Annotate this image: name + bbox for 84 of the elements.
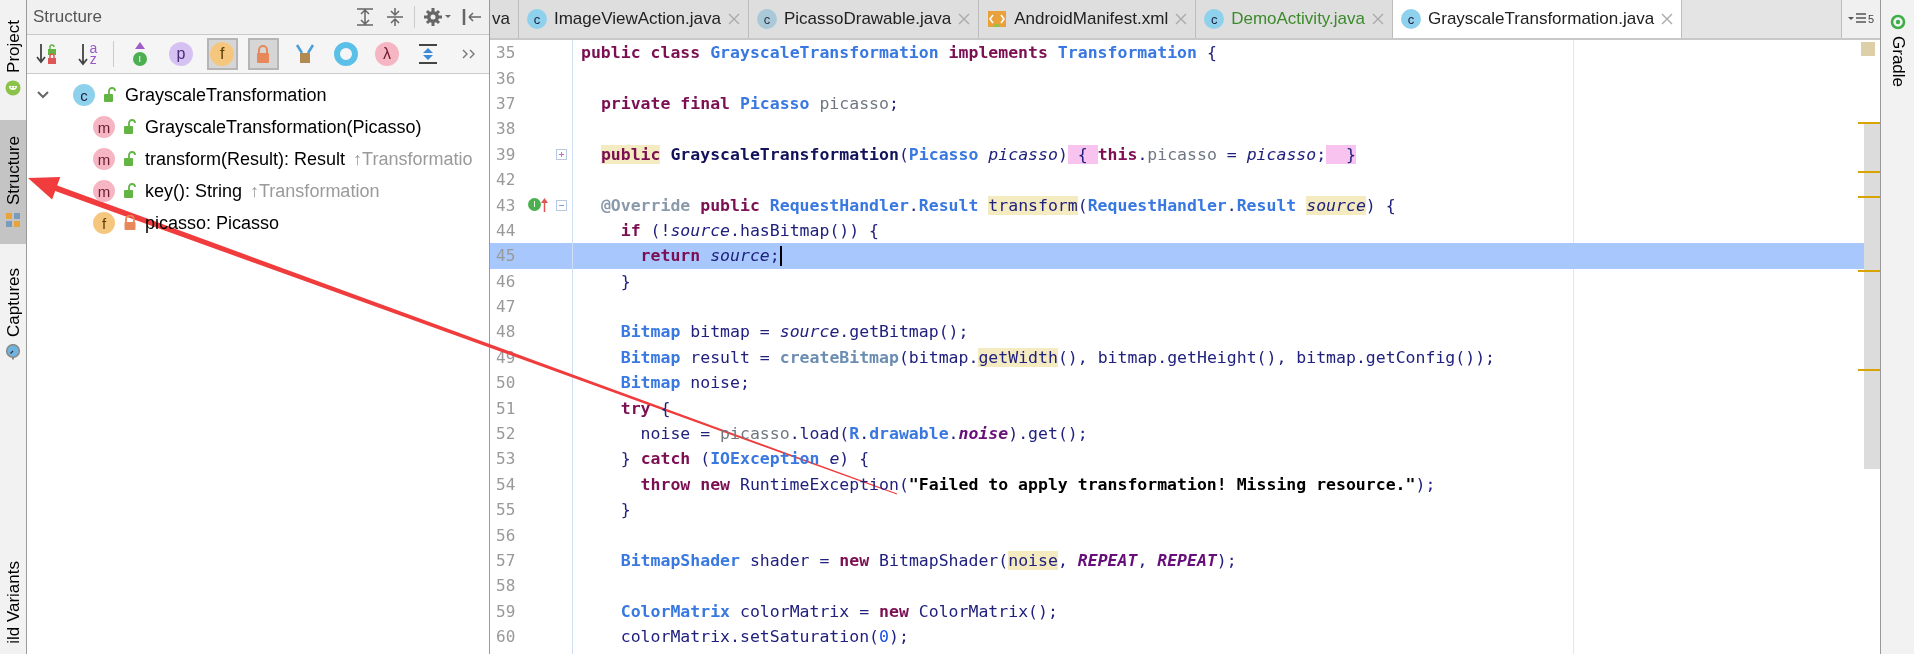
line-number: 38 <box>495 119 517 139</box>
scrollbar-thumb[interactable] <box>1864 124 1880 469</box>
class-icon: c <box>526 9 547 29</box>
line-number: 57 <box>495 551 517 570</box>
editor-tab[interactable]: c GrayscaleTransformation.java <box>1393 0 1683 38</box>
line-number: 51 <box>495 398 517 418</box>
code-line: if (!source.hasBitmap()) { <box>619 220 880 240</box>
tree-item[interactable]: m GrayscaleTransformation(Picasso) <box>27 111 422 143</box>
editor-tab[interactable]: c ImageViewAction.java <box>518 0 749 38</box>
tool-window-tab[interactable]: Structure <box>0 119 26 244</box>
tab-list-button[interactable]: 5 <box>1840 0 1880 38</box>
close-icon[interactable] <box>958 13 971 25</box>
line-number: 60 <box>495 627 517 647</box>
close-icon[interactable] <box>1175 13 1188 25</box>
code-line: private final Picasso picasso; <box>599 93 899 113</box>
code-line: } <box>619 271 631 291</box>
line-number: 37 <box>495 93 517 113</box>
line-number: 48 <box>495 322 517 342</box>
hide-panel-icon[interactable] <box>461 6 483 28</box>
close-icon[interactable] <box>1372 13 1385 25</box>
class-icon: c <box>1204 9 1225 29</box>
line-number: 59 <box>495 601 517 621</box>
code-line: public class GrayscaleTransformation implements Transformation { <box>581 43 1217 63</box>
line-number: 35 <box>495 43 517 63</box>
line-number: 39 <box>495 144 517 164</box>
toolbar-button[interactable]: az <box>72 38 104 70</box>
android-icon <box>5 79 22 96</box>
line-number: 47 <box>495 297 517 317</box>
close-icon[interactable] <box>1661 13 1674 25</box>
structure-icon <box>5 211 22 228</box>
code-line: return source; <box>639 246 780 266</box>
tool-window-tab[interactable]: Gradle <box>1881 6 1914 96</box>
line-number: 54 <box>495 474 517 494</box>
gradle-icon <box>1889 14 1906 30</box>
expand-fold-icon[interactable] <box>556 148 567 160</box>
line-number: 52 <box>495 424 517 444</box>
inspection-status-icon <box>1861 42 1875 56</box>
class-icon: c <box>1401 9 1422 29</box>
code-line: Bitmap noise; <box>619 373 750 393</box>
class-icon: c <box>73 84 95 106</box>
tree-item[interactable]: m transform(Result): Result ↑Transformatio <box>27 143 473 175</box>
expand-all-icon[interactable] <box>354 6 376 28</box>
line-number: 53 <box>495 449 517 469</box>
method-icon: m <box>93 116 115 138</box>
code-line: Bitmap result = createBitmap(bitmap.getWidth(), bitmap.getHeight(), bitmap.getConfig()); <box>619 347 1495 367</box>
method-icon: m <box>93 148 115 170</box>
settings-icon[interactable] <box>423 6 453 28</box>
line-number: 36 <box>495 68 517 88</box>
code-line: @Override public RequestHandler.Result transform(RequestHandler.Result source) { <box>599 195 1396 215</box>
field-icon: f <box>93 212 115 234</box>
code-line: BitmapShader shader = new BitmapShader(noise, REPEAT, REPEAT); <box>619 551 1237 570</box>
panel-title: Structure <box>33 7 103 27</box>
line-number: 55 <box>495 500 517 520</box>
method-icon: m <box>93 180 115 202</box>
line-number: 44 <box>495 220 517 240</box>
code-line: ColorMatrix colorMatrix = new ColorMatrix(); <box>619 601 1058 621</box>
tool-window-tab[interactable]: Project <box>0 10 26 106</box>
line-number: 46 <box>495 271 517 291</box>
line-number: 56 <box>495 525 517 545</box>
line-number: 50 <box>495 373 517 393</box>
editor-tab[interactable]: va <box>490 0 519 38</box>
class-icon: c <box>756 9 777 29</box>
list-icon <box>1847 12 1866 26</box>
line-number: 58 <box>495 576 517 596</box>
collapse-fold-icon[interactable] <box>556 199 567 211</box>
code-line: } <box>619 500 631 520</box>
xml-file-icon <box>987 9 1008 29</box>
text-cursor <box>779 245 782 266</box>
tool-window-tab[interactable]: ild Variants <box>0 561 26 654</box>
stopwatch-icon <box>5 343 22 360</box>
line-number: 45 <box>495 246 517 266</box>
code-line: public GrayscaleTransformation(Picasso picasso) { this.picasso = picasso; } <box>599 144 1356 164</box>
editor-tab[interactable]: AndroidManifest.xml <box>979 0 1197 38</box>
line-number: 42 <box>495 170 517 190</box>
code-line: colorMatrix.setSaturation(0); <box>619 627 909 647</box>
tree-item[interactable]: c GrayscaleTransformation <box>27 79 327 111</box>
editor-tab[interactable]: c DemoActivity.java <box>1196 0 1394 38</box>
editor-tab[interactable]: c PicassoDrawable.java <box>748 0 980 38</box>
ring-icon <box>332 41 359 67</box>
tool-window-tab[interactable]: Captures <box>0 257 26 370</box>
code-line: Bitmap bitmap = source.getBitmap(); <box>619 322 969 342</box>
close-icon[interactable] <box>727 13 740 25</box>
line-number: 43 <box>495 195 517 215</box>
collapse-all-icon[interactable] <box>384 6 406 28</box>
